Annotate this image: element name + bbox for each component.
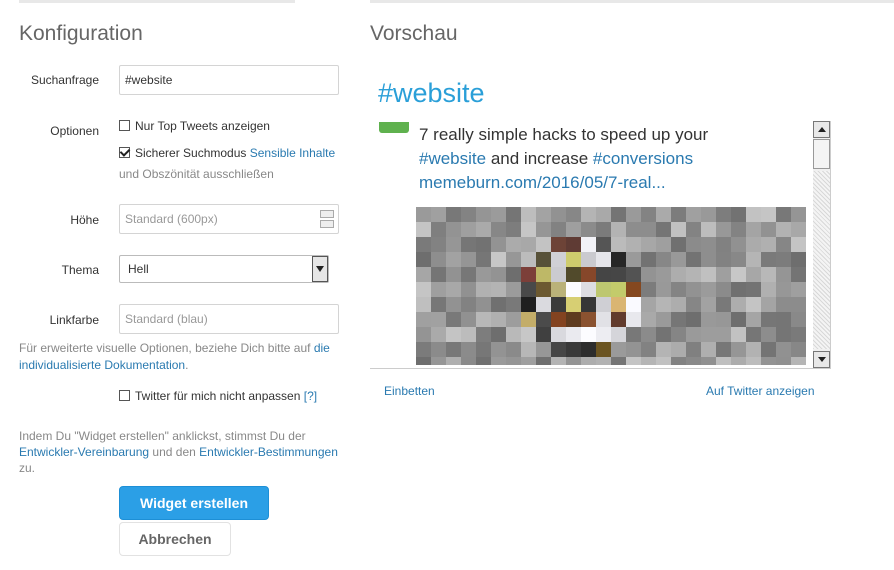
tweet-link[interactable]: memeburn.com/2016/05/7-real... <box>419 173 666 192</box>
advanced-options-text: Für erweiterte visuelle Optionen, bezieh… <box>19 341 330 372</box>
height-input[interactable]: Standard (600px) <box>119 204 339 234</box>
safe-mode-rest: und Obszönität ausschließen <box>119 167 274 181</box>
safe-mode-label: Sicherer Suchmodus <box>135 146 247 160</box>
options-label: Optionen <box>50 124 99 138</box>
theme-value: Hell <box>128 262 149 276</box>
avatar <box>379 122 409 133</box>
config-heading: Konfiguration <box>19 22 143 45</box>
scroll-up-icon[interactable] <box>813 121 830 138</box>
no-tailor-label: Twitter für mich nicht anpassen <box>135 389 301 403</box>
height-stepper[interactable] <box>320 210 334 228</box>
legal-text: Indem Du "Widget erstellen" anklickst, s… <box>19 429 338 475</box>
help-link[interactable]: [?] <box>304 389 317 403</box>
view-on-twitter-link[interactable]: Auf Twitter anzeigen <box>706 384 815 398</box>
no-tailor-checkbox[interactable] <box>119 390 130 401</box>
top-divider-right <box>370 0 894 3</box>
docs-link[interactable]: die <box>314 341 330 355</box>
stepper-up-icon[interactable] <box>320 210 334 218</box>
theme-label: Thema <box>61 263 99 277</box>
link-color-input[interactable]: Standard (blau) <box>119 304 339 334</box>
scrollbar-thumb[interactable] <box>813 139 830 169</box>
sensitive-content-link[interactable]: Sensible Inhalte <box>250 146 335 160</box>
widget-title[interactable]: #website <box>378 78 485 109</box>
height-placeholder: Standard (600px) <box>125 212 218 226</box>
hashtag-conversions[interactable]: #conversions <box>593 149 693 168</box>
top-tweets-option[interactable]: Nur Top Tweets anzeigen <box>119 119 270 133</box>
tweet-media-image[interactable] <box>416 207 806 365</box>
top-tweets-checkbox[interactable] <box>119 120 130 131</box>
no-tailor-option[interactable]: Twitter für mich nicht anpassen [?] <box>119 389 317 403</box>
stepper-down-icon[interactable] <box>320 220 334 228</box>
top-divider-left <box>19 0 295 3</box>
safe-mode-option[interactable]: Sicherer Suchmodus Sensible Inhalte <box>119 146 335 160</box>
embed-link[interactable]: Einbetten <box>384 384 435 398</box>
chevron-down-icon[interactable] <box>312 256 328 282</box>
preview-scrollbar[interactable] <box>813 121 830 368</box>
docs-link-2[interactable]: individualisierte Dokumentation <box>19 358 185 372</box>
developer-terms-link[interactable]: Entwickler-Bestimmungen <box>199 445 338 459</box>
search-label: Suchanfrage <box>30 73 99 87</box>
preview-heading: Vorschau <box>370 22 458 45</box>
link-color-label: Linkfarbe <box>49 313 99 327</box>
developer-agreement-link[interactable]: Entwickler-Vereinbarung <box>19 445 149 459</box>
top-tweets-label: Nur Top Tweets anzeigen <box>135 119 270 133</box>
cancel-button[interactable]: Abbrechen <box>119 522 231 556</box>
hashtag-website[interactable]: #website <box>419 149 486 168</box>
search-input[interactable]: #website <box>119 65 339 95</box>
scroll-down-icon[interactable] <box>813 351 830 368</box>
height-label: Höhe <box>70 213 99 227</box>
link-color-placeholder: Standard (blau) <box>125 312 208 326</box>
tweet-text: 7 really simple hacks to speed up your #… <box>419 125 709 192</box>
create-widget-button[interactable]: Widget erstellen <box>119 486 269 520</box>
theme-select[interactable]: Hell <box>119 255 329 283</box>
safe-mode-checkbox[interactable] <box>119 147 130 158</box>
scrollbar-track[interactable] <box>813 171 830 349</box>
